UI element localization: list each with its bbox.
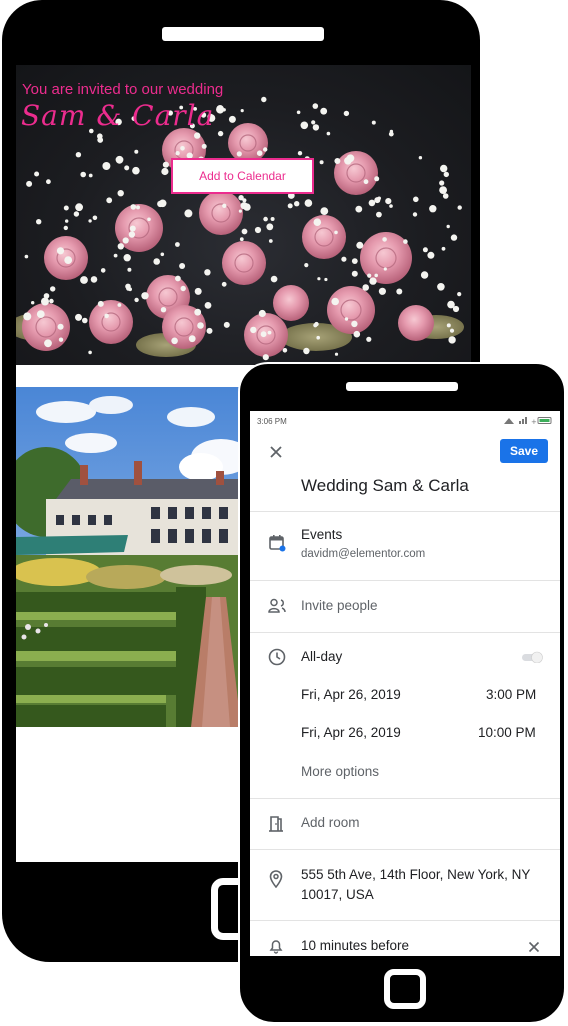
notification-field[interactable]: 10 minutes before [301, 938, 409, 953]
status-bar-time: 3:06 PM [257, 417, 287, 426]
rose-bouquet-banner: You are invited to our wedding Sam & Car… [16, 65, 471, 365]
start-date[interactable]: Fri, Apr 26, 2019 [301, 687, 401, 702]
end-time[interactable]: 10:00 PM [478, 725, 536, 740]
room-door-icon [269, 816, 283, 832]
calendar-name[interactable]: Events [301, 527, 342, 542]
divider [250, 632, 560, 633]
status-bar-icons: + [504, 417, 552, 425]
divider [250, 798, 560, 799]
remove-notification-icon[interactable] [528, 941, 540, 953]
event-title-field[interactable]: Wedding Sam & Carla [301, 476, 469, 496]
close-icon[interactable] [269, 445, 283, 459]
divider [250, 511, 560, 512]
couple-names: Sam & Carla [21, 99, 215, 132]
save-button[interactable]: Save [500, 439, 548, 463]
location-line-2[interactable]: 10017, USA [301, 887, 374, 902]
calendar-icon [269, 535, 286, 552]
invite-people-field[interactable]: Invite people [301, 598, 378, 613]
home-button[interactable] [384, 969, 426, 1009]
start-time[interactable]: 3:00 PM [486, 687, 536, 702]
all-day-toggle[interactable] [520, 651, 544, 663]
calendar-phone-frame: 3:06 PM + Save Wedding Sam & Carla Event… [238, 362, 566, 1024]
add-room-field[interactable]: Add room [301, 815, 360, 830]
people-icon [268, 598, 286, 613]
invitation-heading: You are invited to our wedding [22, 81, 224, 98]
calendar-event-screen: 3:06 PM + Save Wedding Sam & Carla Event… [250, 411, 560, 956]
end-date[interactable]: Fri, Apr 26, 2019 [301, 725, 401, 740]
divider [250, 580, 560, 581]
location-pin-icon [269, 870, 283, 888]
add-to-calendar-button[interactable]: Add to Calendar [171, 158, 314, 194]
location-line-1[interactable]: 555 5th Ave, 14th Floor, New York, NY [301, 867, 530, 882]
phone-speaker [346, 382, 458, 391]
garden-mansion-photo [16, 387, 241, 727]
all-day-label: All-day [301, 649, 343, 664]
clock-icon [268, 648, 286, 666]
divider [250, 920, 560, 921]
more-options-link[interactable]: More options [301, 764, 379, 779]
account-email: davidm@elementor.com [301, 548, 426, 560]
bell-icon [269, 940, 283, 954]
svg-text:+: + [531, 418, 537, 425]
phone-speaker [162, 27, 324, 41]
mansion-image [16, 387, 241, 727]
divider [250, 849, 560, 850]
